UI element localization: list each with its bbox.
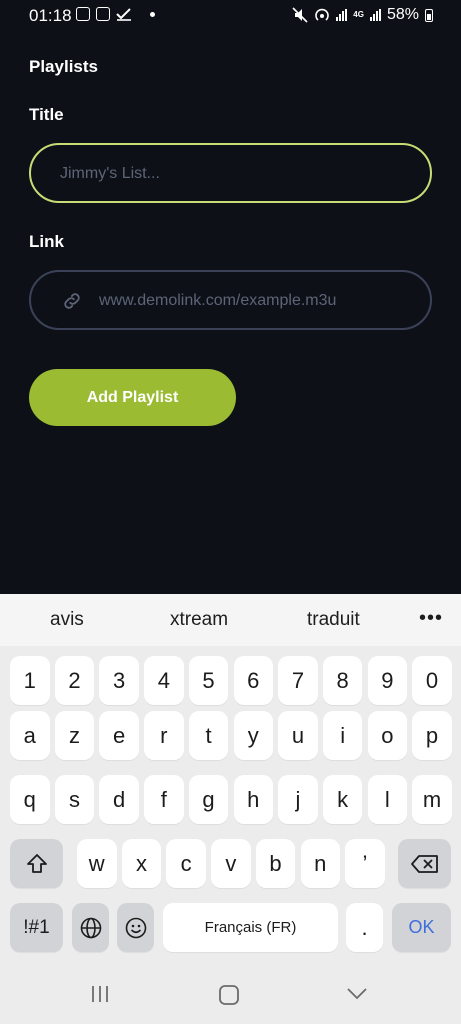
emoji-icon — [125, 917, 146, 938]
number-key-7[interactable]: 8 — [322, 656, 363, 705]
language-key[interactable] — [72, 903, 109, 952]
home-icon[interactable] — [218, 984, 240, 1006]
letter-key-2[interactable]: e — [99, 711, 139, 760]
letter-key-0[interactable]: q — [10, 775, 50, 824]
number-key-3[interactable]: 4 — [144, 656, 184, 705]
more-notifications-dot — [150, 11, 155, 17]
system-icons: 4G 58% — [292, 6, 433, 24]
number-key-4[interactable]: 5 — [188, 656, 229, 705]
letter-key-1[interactable]: z — [54, 711, 95, 760]
backspace-icon — [410, 854, 438, 873]
number-key-2[interactable]: 3 — [99, 656, 139, 705]
letter-key-5[interactable]: y — [233, 711, 273, 760]
number-key-1[interactable]: 2 — [54, 656, 95, 705]
letter-key-5[interactable]: n — [300, 839, 340, 888]
status-time: 01:18 — [29, 6, 72, 25]
recent-apps-icon[interactable] — [90, 984, 110, 1004]
gallery-icon — [96, 7, 110, 21]
network-type: 4G — [353, 10, 364, 19]
back-chevron-down-icon[interactable] — [346, 984, 368, 1004]
backspace-key[interactable] — [398, 839, 451, 888]
letter-key-5[interactable]: h — [233, 775, 273, 824]
signal-icon — [336, 9, 348, 21]
space-key[interactable]: Français (FR) — [163, 903, 338, 952]
letter-key-3[interactable]: f — [144, 775, 184, 824]
letter-key-6[interactable]: j — [278, 775, 318, 824]
letter-key-1[interactable]: x — [121, 839, 162, 888]
globe-icon — [80, 917, 101, 938]
letter-key-4[interactable]: b — [255, 839, 296, 888]
add-playlist-button[interactable]: Add Playlist — [29, 369, 236, 426]
letter-key-3[interactable]: r — [144, 711, 184, 760]
number-key-0[interactable]: 1 — [10, 656, 50, 705]
emoji-key[interactable] — [117, 903, 154, 952]
page-title: Playlists — [29, 57, 98, 76]
title-input[interactable] — [58, 145, 412, 203]
instagram-icon — [76, 7, 90, 21]
suggestion-3[interactable]: traduit — [307, 609, 360, 631]
link-icon — [64, 293, 80, 309]
letter-key-4[interactable]: g — [188, 775, 229, 824]
letter-key-7[interactable]: i — [322, 711, 363, 760]
shift-key[interactable] — [10, 839, 63, 888]
letter-key-0[interactable]: w — [77, 839, 117, 888]
symbols-key[interactable]: !#1 — [10, 903, 63, 952]
letter-key-9[interactable]: m — [412, 775, 452, 824]
suggestion-1[interactable]: avis — [50, 609, 84, 631]
checklist-icon — [116, 8, 131, 21]
number-key-6[interactable]: 7 — [278, 656, 318, 705]
title-label: Title — [29, 105, 64, 124]
battery-percent: 58% — [386, 6, 419, 23]
letter-key-2[interactable]: d — [99, 775, 139, 824]
link-input[interactable] — [97, 272, 421, 330]
keyboard: avis xtream traduit ••• 1234567890 azerty… — [0, 594, 461, 1024]
hotspot-icon — [315, 8, 330, 21]
number-key-9[interactable]: 0 — [412, 656, 452, 705]
letter-key-9[interactable]: p — [412, 711, 452, 760]
letter-key-6[interactable]: ’ — [345, 839, 385, 888]
link-label: Link — [29, 232, 64, 251]
letter-key-2[interactable]: c — [166, 839, 206, 888]
number-key-5[interactable]: 6 — [233, 656, 273, 705]
ok-key[interactable]: OK — [392, 903, 451, 952]
navigation-bar — [0, 964, 461, 1024]
letter-key-7[interactable]: k — [322, 775, 363, 824]
letter-key-1[interactable]: s — [54, 775, 95, 824]
notification-icons — [76, 7, 155, 21]
letter-key-0[interactable]: a — [10, 711, 50, 760]
letter-key-8[interactable]: o — [367, 711, 408, 760]
letter-key-3[interactable]: v — [211, 839, 251, 888]
letter-key-8[interactable]: l — [367, 775, 408, 824]
suggestion-2[interactable]: xtream — [170, 609, 228, 631]
more-options-icon[interactable]: ••• — [419, 607, 443, 630]
number-key-8[interactable]: 9 — [367, 656, 408, 705]
period-key[interactable]: . — [346, 903, 383, 952]
status-bar: 01:18 4G 58% — [0, 0, 461, 32]
link-field[interactable] — [29, 270, 432, 330]
letter-key-4[interactable]: t — [188, 711, 229, 760]
signal-icon-2 — [369, 9, 381, 21]
suggestion-bar: avis xtream traduit ••• — [0, 594, 461, 646]
letter-key-6[interactable]: u — [278, 711, 318, 760]
mute-icon — [292, 7, 308, 23]
battery-icon — [425, 8, 433, 22]
title-field[interactable] — [29, 143, 432, 203]
shift-icon — [26, 853, 47, 873]
